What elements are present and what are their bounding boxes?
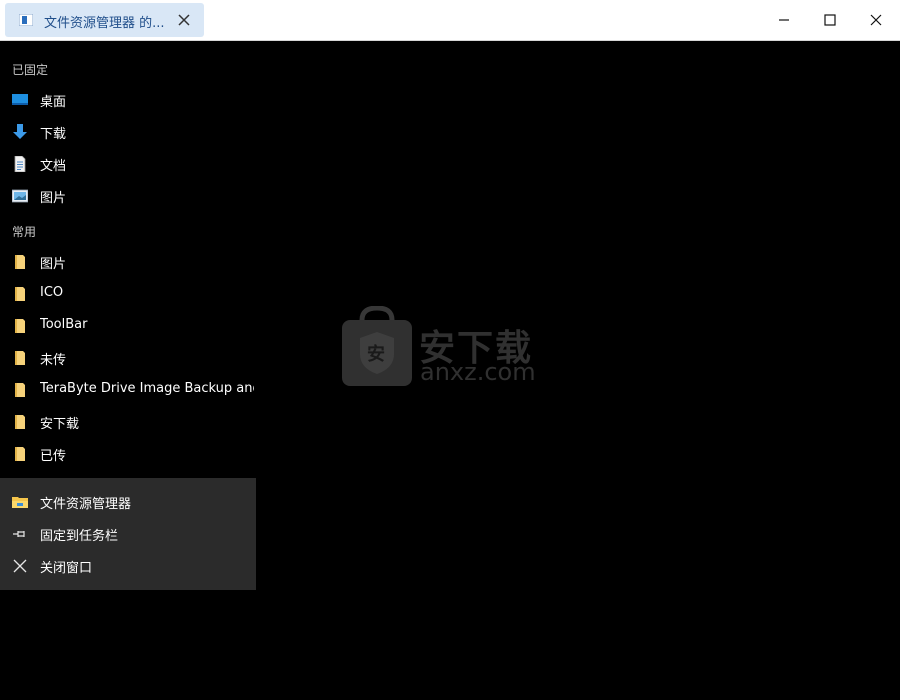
- download-arrow-icon: [13, 124, 27, 139]
- action-label: 固定到任务栏: [40, 529, 119, 544]
- frequent-item[interactable]: ToolBar: [0, 311, 256, 341]
- frequent-section-label: 常用: [12, 225, 37, 239]
- folder-icon: [15, 383, 25, 397]
- folder-icon: [15, 351, 25, 365]
- frequent-item[interactable]: 已传: [0, 439, 256, 469]
- frequent-item-label: TeraByte Drive Image Backup and R...: [40, 381, 254, 396]
- action-label: 关闭窗口: [40, 561, 93, 576]
- close-window-icon[interactable]: [868, 12, 884, 28]
- desktop-icon: [12, 94, 28, 105]
- pin-icon: [13, 531, 25, 537]
- minimize-icon[interactable]: [776, 12, 792, 28]
- pinned-item-label: 桌面: [40, 95, 67, 110]
- folder-icon: [15, 287, 25, 301]
- tab-close-icon[interactable]: [177, 13, 191, 27]
- frequent-item[interactable]: 图片: [0, 247, 256, 277]
- frequent-item-label: 未传: [40, 353, 67, 368]
- folder-icon: [15, 255, 25, 269]
- action-label: 文件资源管理器: [40, 497, 132, 512]
- pinned-item-label: 图片: [40, 191, 67, 206]
- tab-title: 文件资源管理器 的...: [44, 16, 165, 31]
- document-icon: [14, 156, 26, 172]
- maximize-icon[interactable]: [822, 12, 838, 28]
- pinned-item-pictures[interactable]: 图片: [0, 181, 256, 211]
- frequent-item[interactable]: 未传: [0, 343, 256, 373]
- action-pin-to-taskbar[interactable]: 固定到任务栏: [0, 519, 256, 549]
- frequent-item-label: 已传: [40, 449, 67, 464]
- frequent-item-label: ICO: [40, 285, 64, 300]
- pinned-item-downloads[interactable]: 下载: [0, 117, 256, 147]
- action-open-file-explorer[interactable]: 文件资源管理器: [0, 487, 256, 517]
- folder-icon: [15, 447, 25, 461]
- close-icon: [13, 559, 27, 573]
- pictures-icon: [12, 189, 28, 203]
- watermark-subtext: anxz.com: [420, 358, 536, 386]
- pinned-item-documents[interactable]: 文档: [0, 149, 256, 179]
- pinned-item-desktop[interactable]: 桌面: [0, 85, 256, 115]
- frequent-item-label: 安下载: [40, 417, 80, 432]
- watermark-badge: 安: [367, 344, 385, 365]
- frequent-item[interactable]: 安下载: [0, 407, 256, 437]
- frequent-item[interactable]: TeraByte Drive Image Backup and R...: [0, 375, 256, 405]
- jump-list-actions: 文件资源管理器 固定到任务栏 关闭窗口: [0, 478, 256, 590]
- watermark-logo: 安 安下载 anxz.com: [340, 306, 560, 392]
- window-tab[interactable]: 文件资源管理器 的...: [5, 3, 204, 37]
- pinned-section-label: 已固定: [12, 63, 49, 77]
- file-explorer-icon: [12, 497, 28, 508]
- folder-icon: [15, 319, 25, 333]
- pinned-item-label: 文档: [40, 159, 67, 174]
- title-bar: 文件资源管理器 的...: [0, 0, 900, 41]
- file-explorer-app-icon: [19, 14, 33, 26]
- frequent-item-label: 图片: [40, 257, 67, 272]
- frequent-item-label: ToolBar: [40, 317, 88, 332]
- frequent-item[interactable]: ICO: [0, 279, 256, 309]
- pinned-item-label: 下载: [40, 127, 67, 142]
- action-close-window[interactable]: 关闭窗口: [0, 551, 256, 581]
- folder-icon: [15, 415, 25, 429]
